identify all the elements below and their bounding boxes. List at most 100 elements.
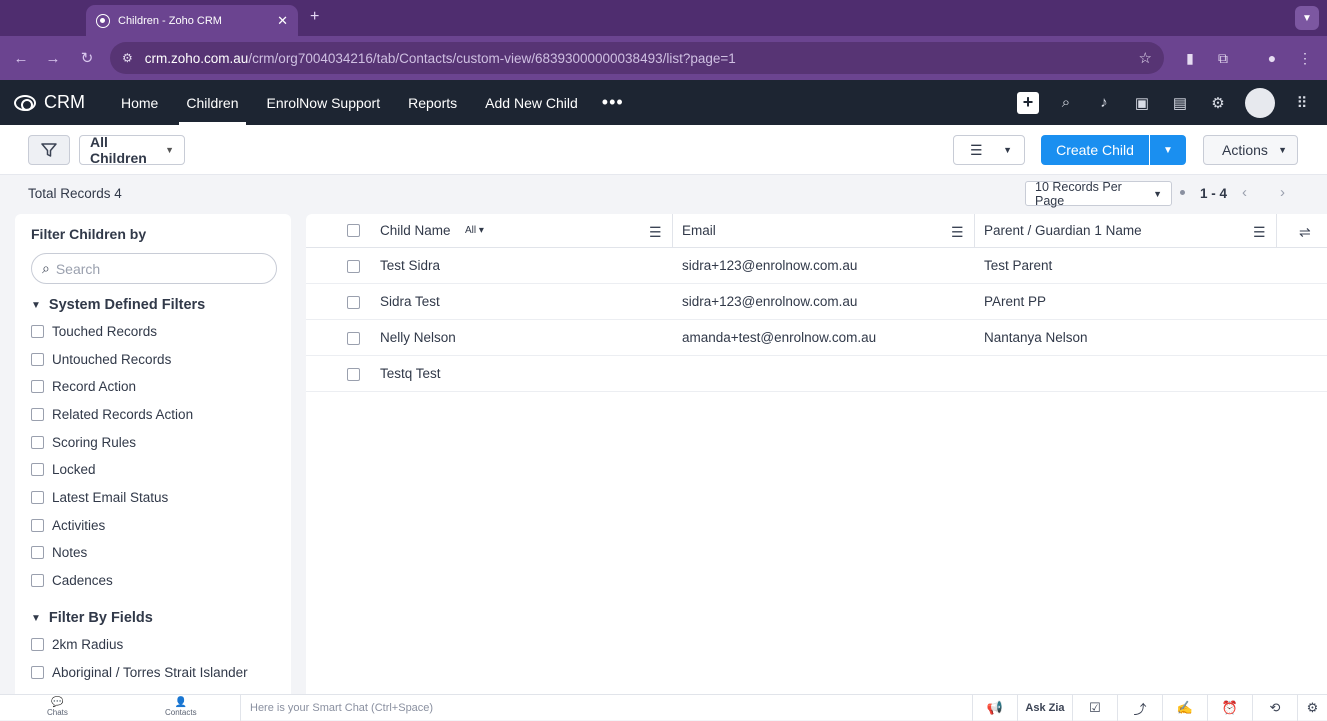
cell-email[interactable]: amanda+test@enrolnow.com.au (682, 330, 876, 345)
nav-enrolnow-support[interactable]: EnrolNow Support (253, 80, 395, 125)
select-all-checkbox[interactable] (347, 224, 360, 237)
smart-chat-input[interactable] (250, 702, 950, 714)
checkbox[interactable] (31, 666, 44, 679)
search-icon[interactable]: ⌕ (1055, 92, 1077, 114)
filter-search[interactable]: ⌕ (31, 253, 277, 284)
nav-home[interactable]: Home (107, 80, 172, 125)
recent-items-icon[interactable]: ⟲ (1253, 695, 1298, 721)
checkbox[interactable] (31, 325, 44, 338)
site-info-icon[interactable]: ⚙ (122, 51, 133, 65)
column-header-parent-name[interactable]: Parent / Guardian 1 Name (984, 223, 1142, 238)
prev-page-icon[interactable]: ‹ (1242, 184, 1247, 201)
filter-toggle-button[interactable] (28, 135, 70, 165)
feeds-icon[interactable]: ⤴ (1118, 695, 1163, 721)
checkbox[interactable] (31, 519, 44, 532)
bell-icon[interactable]: ♪ (1093, 92, 1115, 114)
custom-view-select[interactable]: All Children ▼ (79, 134, 185, 166)
nav-more-icon[interactable]: ••• (602, 92, 624, 113)
checkbox[interactable] (31, 353, 44, 366)
filter-item[interactable]: Locked (31, 462, 96, 477)
back-arrow-icon[interactable]: ← (10, 47, 32, 69)
profile-icon[interactable]: ● (1262, 48, 1282, 68)
cell-child-name[interactable]: Test Sidra (380, 258, 440, 273)
filter-item[interactable]: Notes (31, 545, 87, 560)
row-checkbox[interactable] (347, 332, 360, 345)
nav-reports[interactable]: Reports (394, 80, 471, 125)
marketplace-icon[interactable]: ▤ (1169, 92, 1191, 114)
ask-zia-button[interactable]: Ask Zia (1018, 695, 1073, 721)
column-divider[interactable] (672, 214, 673, 248)
create-child-dropdown-button[interactable]: ▼ (1150, 135, 1186, 165)
avatar[interactable] (1245, 87, 1275, 118)
filter-item[interactable]: Record Action (31, 379, 136, 394)
create-child-button[interactable]: Create Child (1041, 135, 1149, 165)
view-mode-select[interactable]: ☰ ▼ (953, 135, 1025, 165)
cell-child-name[interactable]: Sidra Test (380, 294, 440, 309)
nav-add-new-child[interactable]: Add New Child (471, 80, 592, 125)
new-tab-button[interactable]: + (310, 8, 319, 26)
table-row[interactable]: Sidra Test sidra+123@enrolnow.com.au PAr… (306, 284, 1327, 320)
records-per-page-select[interactable]: 10 Records Per Page ▼ (1025, 180, 1172, 208)
reload-icon[interactable]: ↻ (76, 47, 98, 69)
filter-item[interactable]: Related Records Action (31, 407, 193, 422)
filter-item[interactable]: Touched Records (31, 324, 157, 339)
crm-logo[interactable]: CRM (14, 92, 85, 113)
nav-children[interactable]: Children (172, 80, 252, 125)
column-header-child-name[interactable]: Child Name (380, 223, 451, 238)
extensions-puzzle-icon[interactable]: ⧉ (1213, 48, 1233, 68)
calendar-icon[interactable]: ▣ (1131, 92, 1153, 114)
column-menu-icon[interactable]: ☰ (649, 224, 662, 241)
forward-arrow-icon[interactable]: → (42, 47, 64, 69)
chats-button[interactable]: 💬 Chats (47, 697, 68, 717)
field-filters-section[interactable]: ▼ Filter By Fields (31, 610, 153, 626)
filter-item[interactable]: Cadences (31, 573, 113, 588)
alarm-clock-icon[interactable]: ⏰ (1208, 695, 1253, 721)
filter-item[interactable]: 2km Radius (31, 637, 123, 652)
column-menu-icon[interactable]: ☰ (951, 224, 964, 241)
row-checkbox[interactable] (347, 296, 360, 309)
column-menu-icon[interactable]: ☰ (1253, 224, 1266, 241)
column-divider[interactable] (1276, 214, 1277, 248)
cell-child-name[interactable]: Nelly Nelson (380, 330, 456, 345)
filter-item[interactable]: Activities (31, 518, 105, 533)
filter-search-input[interactable] (55, 260, 246, 277)
tab-search-chevron-icon[interactable]: ▼ (1295, 6, 1319, 30)
filter-item[interactable]: Scoring Rules (31, 435, 136, 450)
cell-child-name[interactable]: Testq Test (380, 366, 441, 381)
bookmark-star-icon[interactable]: ☆ (1139, 49, 1152, 67)
actions-button[interactable]: Actions ▼ (1203, 135, 1298, 165)
signals-icon[interactable]: ☑ (1073, 695, 1118, 721)
checkbox[interactable] (31, 491, 44, 504)
row-checkbox[interactable] (347, 260, 360, 273)
checkbox[interactable] (31, 546, 44, 559)
plus-icon[interactable]: + (1017, 91, 1039, 114)
row-checkbox[interactable] (347, 368, 360, 381)
checkbox[interactable] (31, 436, 44, 449)
table-row[interactable]: Nelly Nelson amanda+test@enrolnow.com.au… (306, 320, 1327, 356)
next-page-icon[interactable]: › (1280, 184, 1285, 201)
column-header-email[interactable]: Email (682, 223, 716, 238)
announcement-icon[interactable]: 📢 (973, 695, 1018, 721)
column-settings-icon[interactable]: ⇌ (1299, 224, 1311, 241)
checkbox[interactable] (31, 380, 44, 393)
address-bar[interactable]: ⚙ crm.zoho.com.au/crm/org7004034216/tab/… (110, 42, 1164, 74)
cell-email[interactable]: sidra+123@enrolnow.com.au (682, 258, 857, 273)
browser-tab[interactable]: Children - Zoho CRM ✕ (86, 5, 298, 36)
browser-menu-icon[interactable]: ⋮ (1295, 48, 1315, 68)
table-row[interactable]: Test Sidra sidra+123@enrolnow.com.au Tes… (306, 248, 1327, 284)
zia-icon[interactable]: ✍ (1163, 695, 1208, 721)
name-filter-select[interactable]: All ▾ (465, 225, 484, 236)
cell-email[interactable]: sidra+123@enrolnow.com.au (682, 294, 857, 309)
gear-icon[interactable]: ⚙ (1207, 92, 1229, 114)
tab-close-icon[interactable]: ✕ (277, 13, 288, 29)
checkbox[interactable] (31, 574, 44, 587)
table-row[interactable]: Testq Test (306, 356, 1327, 392)
smart-chat-field[interactable] (240, 695, 973, 721)
checkbox[interactable] (31, 463, 44, 476)
filter-item[interactable]: Untouched Records (31, 352, 171, 367)
column-divider[interactable] (974, 214, 975, 248)
contacts-button[interactable]: 👤 Contacts (165, 697, 197, 717)
settings-icon[interactable]: ⚙ (1298, 695, 1327, 721)
filter-item[interactable]: Aboriginal / Torres Strait Islander (31, 665, 248, 680)
extension-icon[interactable]: ▮ (1180, 48, 1200, 68)
